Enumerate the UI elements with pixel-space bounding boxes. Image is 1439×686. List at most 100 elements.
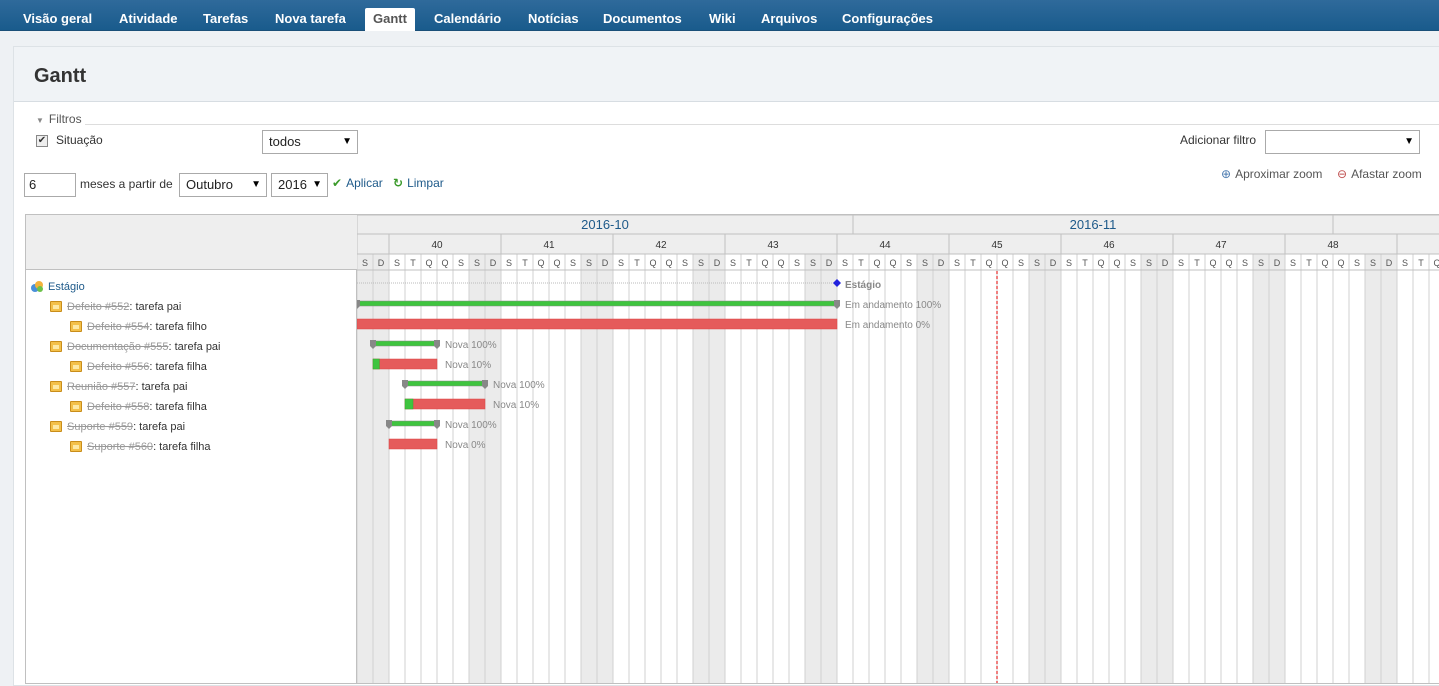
day-column <box>548 253 566 683</box>
day-column <box>532 253 550 683</box>
day-letter: Q <box>1321 258 1328 268</box>
day-letter: S <box>810 258 816 268</box>
add-filter-select[interactable]: ▼ <box>1265 130 1420 154</box>
issue-link[interactable]: Defeito #552 <box>67 301 129 313</box>
day-column <box>644 253 662 683</box>
day-column <box>1188 253 1206 683</box>
day-column <box>756 253 774 683</box>
parent-task-bar[interactable] <box>372 340 438 347</box>
tab-calend-rio[interactable]: Calendário <box>426 8 509 31</box>
tab-documentos[interactable]: Documentos <box>595 8 690 31</box>
project-icon <box>30 280 44 293</box>
gantt-issue-row[interactable]: Reunião #557: tarefa pai <box>50 379 188 395</box>
gantt-issue-row[interactable]: Documentação #555: tarefa pai <box>50 339 221 355</box>
gantt-issue-row[interactable]: Defeito #554: tarefa filho <box>70 319 207 335</box>
filters-divider <box>49 124 1439 125</box>
day-letter: Q <box>649 258 656 268</box>
tab-arquivos[interactable]: Arquivos <box>753 8 825 31</box>
day-letter: S <box>922 258 928 268</box>
issue-link[interactable]: Suporte #559 <box>67 421 133 433</box>
issue-icon <box>50 421 62 432</box>
day-column <box>372 253 390 683</box>
status-operator-select[interactable]: todos ▼ <box>262 130 358 154</box>
parent-task-bar[interactable] <box>357 300 838 307</box>
gantt-issue-row[interactable]: Defeito #552: tarefa pai <box>50 299 181 315</box>
month-label: 2016-11 <box>1070 217 1117 232</box>
gantt-subjects-column: Estágio Defeito #552: tarefa pai Defeito #… <box>26 215 357 683</box>
zoom-out-link[interactable]: ⊖ Afastar zoom <box>1337 167 1422 181</box>
filters-legend[interactable]: ▼ Filtros <box>36 112 85 126</box>
gantt-issue-row[interactable]: Suporte #559: tarefa pai <box>50 419 185 435</box>
day-column <box>836 253 854 683</box>
task-bar-todo[interactable] <box>372 358 438 370</box>
day-column <box>1172 253 1190 683</box>
check-icon: ✔ <box>37 135 47 146</box>
tab-configura-es[interactable]: Configurações <box>834 8 941 31</box>
week-header-cell <box>357 233 390 255</box>
task-status-label: Nova 100% <box>445 420 497 431</box>
issue-subject: : tarefa pai <box>133 421 186 433</box>
day-letter: T <box>1418 258 1424 268</box>
task-bar-todo[interactable] <box>388 438 438 450</box>
issue-link[interactable]: Defeito #558 <box>87 401 149 413</box>
day-column <box>357 253 374 683</box>
gantt-issue-row[interactable]: Defeito #556: tarefa filha <box>70 359 207 375</box>
zoom-in-link[interactable]: ⊕ Aproximar zoom <box>1221 167 1322 181</box>
tab-gantt[interactable]: Gantt <box>365 8 415 31</box>
tab-tarefas[interactable]: Tarefas <box>195 8 256 31</box>
task-bar-todo[interactable] <box>357 318 838 330</box>
status-checkbox[interactable]: ✔ <box>36 135 48 147</box>
task-bar-done <box>372 358 380 370</box>
week-header-cell <box>948 233 1062 255</box>
day-letter: Q <box>553 258 560 268</box>
tab-atividade[interactable]: Atividade <box>111 8 186 31</box>
day-letter: S <box>586 258 592 268</box>
clear-link[interactable]: ↻ Limpar <box>393 176 444 190</box>
day-letter: S <box>730 258 736 268</box>
gantt-issue-row[interactable]: Defeito #558: tarefa filha <box>70 399 207 415</box>
check-icon: ✔ <box>332 176 343 190</box>
apply-link[interactable]: ✔ Aplicar <box>332 176 383 190</box>
issue-link[interactable]: Defeito #556 <box>87 361 149 373</box>
week-label: 46 <box>1103 240 1115 251</box>
gantt-project-row[interactable]: Estágio <box>30 279 85 295</box>
week-label: 40 <box>431 240 443 251</box>
day-column <box>1300 253 1318 683</box>
tab-not-cias[interactable]: Notícias <box>520 8 587 31</box>
day-letter: S <box>394 258 400 268</box>
clear-label: Limpar <box>407 176 444 190</box>
day-column <box>676 253 694 683</box>
issue-link[interactable]: Suporte #560 <box>87 441 153 453</box>
issue-link[interactable]: Documentação #555 <box>67 341 169 353</box>
issue-link[interactable]: Reunião #557 <box>67 381 136 393</box>
day-letter: D <box>1050 258 1057 268</box>
day-column <box>596 253 614 683</box>
year-select[interactable]: 2016 ▼ <box>271 173 328 197</box>
day-column <box>660 253 678 683</box>
gantt-issue-row[interactable]: Suporte #560: tarefa filha <box>70 439 211 455</box>
day-letter: Q <box>777 258 784 268</box>
tab-nova-tarefa[interactable]: Nova tarefa <box>267 8 354 31</box>
day-column <box>1332 253 1350 683</box>
month-select[interactable]: Outubro ▼ <box>179 173 267 197</box>
zoom-in-label: Aproximar zoom <box>1235 167 1323 181</box>
issue-subject: : tarefa filha <box>149 361 207 373</box>
day-column <box>1028 253 1046 683</box>
parent-task-bar[interactable] <box>388 420 438 427</box>
day-column <box>516 253 534 683</box>
task-bar-todo[interactable] <box>404 398 486 410</box>
parent-task-bar[interactable] <box>404 380 486 387</box>
zoom-in-icon: ⊕ <box>1221 167 1232 181</box>
day-column <box>868 253 886 683</box>
day-letter: T <box>746 258 752 268</box>
day-column <box>916 253 934 683</box>
day-column <box>1044 253 1062 683</box>
day-letter: S <box>1370 258 1376 268</box>
issue-link[interactable]: Defeito #554 <box>87 321 149 333</box>
dropdown-arrow-icon: ▼ <box>251 179 261 190</box>
tab-wiki[interactable]: Wiki <box>701 8 744 31</box>
day-column <box>1380 253 1398 683</box>
day-column <box>468 253 486 683</box>
tab-vis-o-geral[interactable]: Visão geral <box>15 8 100 31</box>
months-input[interactable]: 6 <box>24 173 76 197</box>
